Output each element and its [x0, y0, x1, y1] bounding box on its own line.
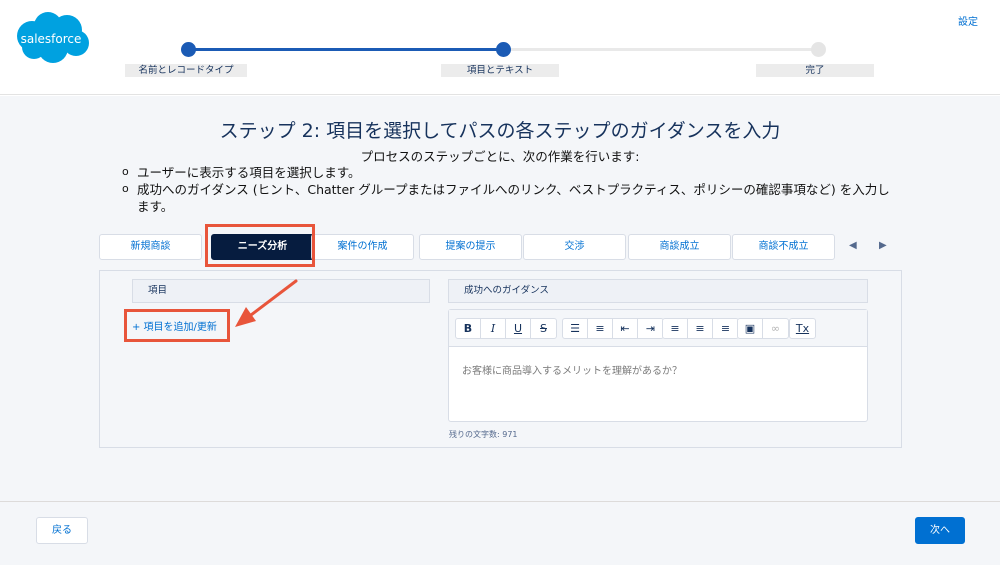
salesforce-logo: salesforce [17, 12, 89, 63]
footer [0, 501, 1000, 565]
tab-closed-lost[interactable]: 商談不成立 [732, 234, 835, 260]
align-center-icon[interactable]: ≡ [688, 319, 713, 338]
editor-toolbar: B I U S ☰ ≡ ⇤ ⇥ ≡ ≡ ≡ ▣ ∞ Tx [449, 310, 867, 347]
guidance-editor[interactable]: B I U S ☰ ≡ ⇤ ⇥ ≡ ≡ ≡ ▣ ∞ Tx お客様に商品導入するメ… [448, 309, 868, 422]
insert-group: ▣ ∞ [737, 318, 789, 339]
header: salesforce 設定 名前とレコードタイプ 項目とテキスト 完了 [0, 0, 1000, 95]
image-icon[interactable]: ▣ [738, 319, 763, 338]
outdent-icon[interactable]: ⇤ [613, 319, 638, 338]
progress-track-remaining [503, 48, 818, 51]
tabs-prev-arrow-icon[interactable]: ◀ [849, 240, 857, 251]
progress-step-1-marker [181, 42, 196, 57]
back-button[interactable]: 戻る [36, 517, 88, 544]
clear-format-group: Tx [789, 318, 816, 339]
guidance-column-header: 成功へのガイダンス [448, 279, 868, 303]
text-format-group: B I U S [455, 318, 557, 339]
progress-step-2-marker [496, 42, 511, 57]
bullet-list-icon[interactable]: ☰ [563, 319, 588, 338]
next-button[interactable]: 次へ [915, 517, 965, 544]
fields-column-header: 項目 [132, 279, 430, 303]
tabs-next-arrow-icon[interactable]: ▶ [879, 240, 887, 251]
indent-icon[interactable]: ⇥ [638, 319, 663, 338]
progress-step-3-marker [811, 42, 826, 57]
link-icon[interactable]: ∞ [763, 319, 788, 338]
tab-proposal-presentation[interactable]: 提案の提示 [419, 234, 522, 260]
progress-track-completed [188, 48, 503, 51]
highlight-box-needs-analysis [205, 224, 315, 267]
character-count: 残りの文字数: 971 [449, 430, 518, 439]
progress-step-1-label: 名前とレコードタイプ [125, 64, 247, 77]
page-title: ステップ 2: 項目を選択してパスの各ステップのガイダンスを入力 [219, 120, 781, 142]
align-left-icon[interactable]: ≡ [663, 319, 688, 338]
instruction-item: ユーザーに表示する項目を選択します。 [122, 163, 902, 181]
align-right-icon[interactable]: ≡ [713, 319, 738, 338]
instruction-item: 成功へのガイダンス (ヒント、Chatter グループまたはファイルへのリンク、… [122, 180, 902, 215]
italic-icon[interactable]: I [481, 319, 506, 338]
clear-formatting-icon[interactable]: Tx [790, 319, 815, 338]
tab-negotiation[interactable]: 交渉 [523, 234, 626, 260]
progress-step-2-label: 項目とテキスト [441, 64, 559, 77]
editor-content[interactable]: お客様に商品導入するメリットを理解があるか？ [462, 362, 682, 377]
tab-proposal-creation[interactable]: 案件の作成 [311, 234, 414, 260]
instruction-list: ユーザーに表示する項目を選択します。 成功へのガイダンス (ヒント、Chatte… [122, 163, 902, 215]
progress-step-3-label: 完了 [756, 64, 874, 77]
list-format-group: ☰ ≡ ⇤ ⇥ [562, 318, 664, 339]
tab-new-opportunity[interactable]: 新規商談 [99, 234, 202, 260]
underline-icon[interactable]: U [506, 319, 531, 338]
bold-icon[interactable]: B [456, 319, 481, 338]
align-group: ≡ ≡ ≡ [662, 318, 739, 339]
page-subtitle: プロセスのステップごとに、次の作業を行います: [360, 149, 640, 164]
tab-closed-won[interactable]: 商談成立 [628, 234, 731, 260]
numbered-list-icon[interactable]: ≡ [588, 319, 613, 338]
stage-tabs: 新規商談 ニーズ分析 案件の作成 提案の提示 交渉 商談成立 商談不成立 ◀ ▶ [0, 234, 1000, 260]
settings-link[interactable]: 設定 [958, 13, 978, 28]
strikethrough-icon[interactable]: S [531, 319, 556, 338]
svg-text:salesforce: salesforce [21, 32, 82, 46]
highlight-box-add-link [124, 309, 230, 342]
